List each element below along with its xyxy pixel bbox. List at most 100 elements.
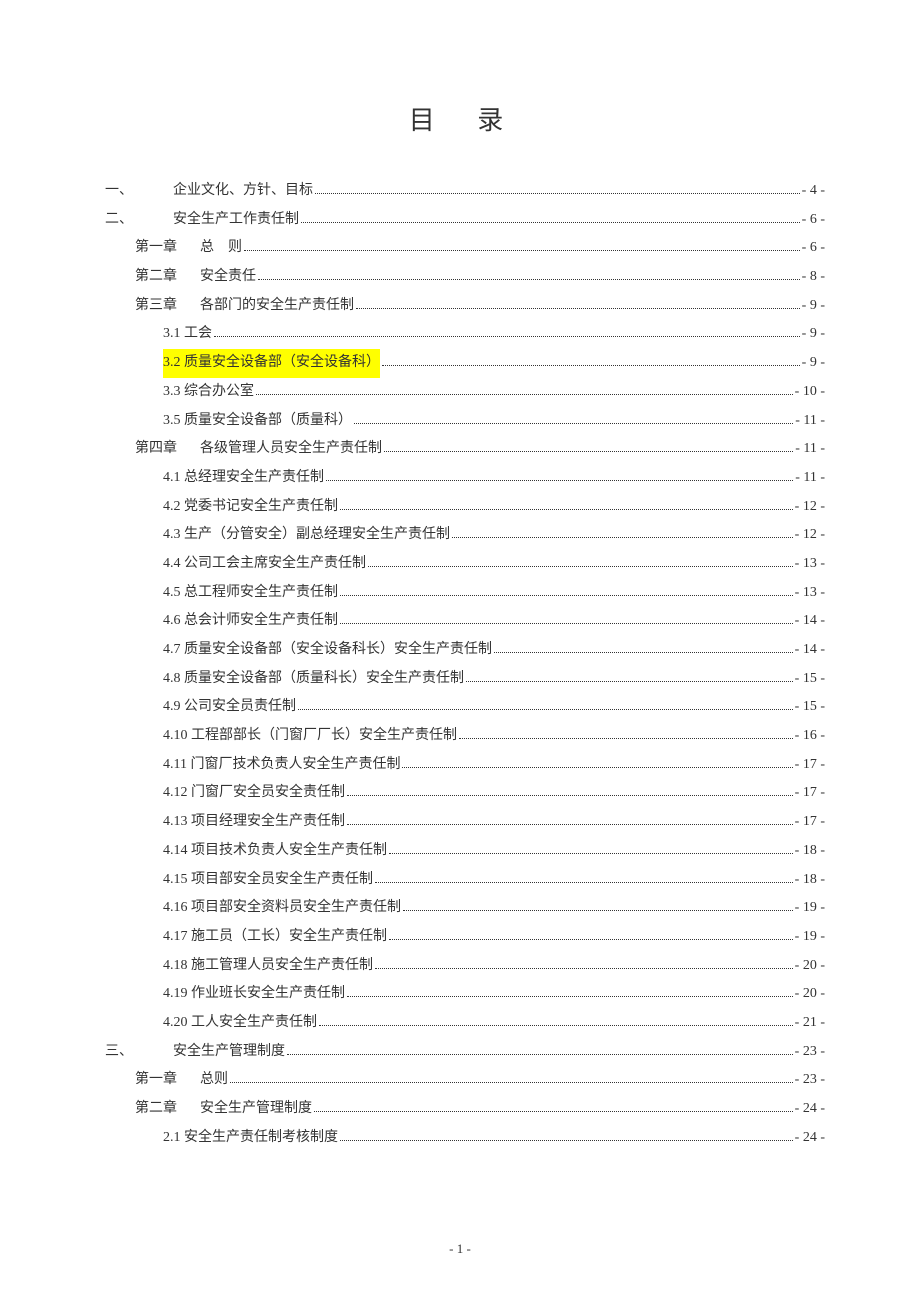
toc-entry-page: - 19 - [795,923,825,952]
toc-entry[interactable]: 4.13 项目经理安全生产责任制 - 17 - [105,808,825,837]
toc-entry-prefix: 第一章 [135,234,200,263]
toc-entry-page: - 14 - [795,636,825,665]
toc-entry-page: - 12 - [795,521,825,550]
toc-title: 目 录 [105,100,825,137]
toc-entry[interactable]: 4.5 总工程师安全生产责任制- 13 - [105,579,825,608]
toc-entry-label: 3.1 工会 [163,320,212,349]
toc-entry-prefix: 第四章 [135,435,200,464]
toc-leader-dots [356,308,800,309]
toc-entry-label: 4.1 总经理安全生产责任制 [163,464,324,493]
toc-leader-dots [298,709,793,710]
toc-entry[interactable]: 4.19 作业班长安全生产责任制 - 20 - [105,980,825,1009]
toc-entry[interactable]: 三、安全生产管理制度- 23 - [105,1038,825,1067]
toc-entry[interactable]: 3.3 综合办公室 - 10 - [105,378,825,407]
toc-entry-page: - 6 - [802,206,825,235]
toc-entry-label: 安全责任 [200,263,256,292]
toc-entry-page: - 16 - [795,722,825,751]
toc-entry[interactable]: 第二章安全生产管理制度- 24 - [105,1095,825,1124]
toc-entry-label: 4.13 项目经理安全生产责任制 [163,808,345,837]
toc-entry-label: 4.15 项目部安全员安全生产责任制 [163,866,373,895]
toc-entry-label: 3.3 综合办公室 [163,378,254,407]
toc-entry-page: - 10 - [795,378,825,407]
toc-entry[interactable]: 3.1 工会 - 9 - [105,320,825,349]
toc-entry-label: 4.7 质量安全设备部（安全设备科长）安全生产责任制 [163,636,492,665]
toc-entry[interactable]: 4.3 生产（分管安全）副总经理安全生产责任制- 12 - [105,521,825,550]
document-page: 目 录 一、企业文化、方针、目标- 4 -二、安全生产工作责任制- 6 -第一章… [0,0,920,1302]
toc-leader-dots [368,566,793,567]
toc-entry-label: 企业文化、方针、目标 [173,177,313,206]
toc-entry-page: - 18 - [795,866,825,895]
toc-entry[interactable]: 4.8 质量安全设备部（质量科长）安全生产责任制- 15 - [105,665,825,694]
toc-entry[interactable]: 4.1 总经理安全生产责任制 - 11 - [105,464,825,493]
toc-entry[interactable]: 4.15 项目部安全员安全生产责任制 - 18 - [105,866,825,895]
toc-entry-page: - 18 - [795,837,825,866]
toc-entry[interactable]: 第四章各级管理人员安全生产责任制- 11 - [105,435,825,464]
toc-entry[interactable]: 4.9 公司安全员责任制- 15 - [105,693,825,722]
toc-entry-page: - 9 - [802,320,825,349]
toc-entry-page: - 8 - [802,263,825,292]
toc-leader-dots [340,509,793,510]
toc-entry-label: 4.20 工人安全生产责任制 [163,1009,317,1038]
toc-leader-dots [389,939,793,940]
toc-leader-dots [230,1082,793,1083]
toc-entry[interactable]: 二、安全生产工作责任制- 6 - [105,206,825,235]
toc-entry[interactable]: 4.11 门窗厂技术负责人安全生产责任制- 17 - [105,751,825,780]
toc-entry-label: 安全生产管理制度 [200,1095,312,1124]
toc-entry-label: 4.6 总会计师安全生产责任制 [163,607,338,636]
toc-entry[interactable]: 4.4 公司工会主席安全生产责任制- 13 - [105,550,825,579]
toc-entry[interactable]: 4.12 门窗厂安全员安全责任制- 17 - [105,779,825,808]
toc-leader-dots [258,279,800,280]
toc-leader-dots [256,394,793,395]
toc-entry-label: 4.19 作业班长安全生产责任制 [163,980,345,1009]
toc-entry[interactable]: 第一章总则- 23 - [105,1066,825,1095]
toc-leader-dots [494,652,793,653]
toc-entry-label: 各部门的安全生产责任制 [200,292,354,321]
toc-entry-label: 4.17 施工员（工长）安全生产责任制 [163,923,387,952]
toc-entry[interactable]: 4.14 项目技术负责人安全生产责任制 - 18 - [105,837,825,866]
toc-entry-page: - 14 - [795,607,825,636]
toc-leader-dots [375,882,793,883]
toc-entry[interactable]: 4.20 工人安全生产责任制- 21 - [105,1009,825,1038]
toc-entry[interactable]: 2.1 安全生产责任制考核制度- 24 - [105,1124,825,1153]
toc-entry-page: - 9 - [802,292,825,321]
toc-entry[interactable]: 4.16 项目部安全资料员安全生产责任制- 19 - [105,894,825,923]
toc-entry-page: - 11 - [795,464,825,493]
toc-entry-label: 4.11 门窗厂技术负责人安全生产责任制 [163,751,400,780]
toc-leader-dots [402,767,792,768]
toc-leader-dots [466,681,793,682]
toc-leader-dots [319,1025,793,1026]
toc-entry[interactable]: 4.10 工程部部长（门窗厂厂长）安全生产责任制 - 16 - [105,722,825,751]
toc-entry[interactable]: 第三章各部门的安全生产责任制- 9 - [105,292,825,321]
toc-entry-label: 4.10 工程部部长（门窗厂厂长）安全生产责任制 [163,722,457,751]
toc-entry-label: 4.14 项目技术负责人安全生产责任制 [163,837,387,866]
toc-entry-page: - 11 - [795,435,825,464]
toc-entry-page: - 12 - [795,493,825,522]
toc-entry[interactable]: 4.17 施工员（工长）安全生产责任制 - 19 - [105,923,825,952]
toc-entry-label: 4.5 总工程师安全生产责任制 [163,579,338,608]
toc-entry-label: 4.4 公司工会主席安全生产责任制 [163,550,366,579]
toc-entry-page: - 23 - [795,1038,825,1067]
toc-leader-dots [340,595,793,596]
toc-entry[interactable]: 3.5 质量安全设备部（质量科）- 11 - [105,407,825,436]
toc-entry[interactable]: 4.6 总会计师安全生产责任制 - 14 - [105,607,825,636]
toc-entry-page: - 6 - [802,234,825,263]
toc-entry-label: 4.12 门窗厂安全员安全责任制 [163,779,345,808]
toc-entry[interactable]: 一、企业文化、方针、目标- 4 - [105,177,825,206]
toc-leader-dots [287,1054,793,1055]
toc-leader-dots [382,365,800,366]
toc-leader-dots [403,910,793,911]
toc-entry[interactable]: 第二章安全责任- 8 - [105,263,825,292]
toc-leader-dots [347,824,793,825]
toc-entry-page: - 20 - [795,980,825,1009]
toc-entry-label: 总 则 [200,234,242,263]
toc-entry[interactable]: 第一章总 则 - 6 - [105,234,825,263]
toc-entry-page: - 17 - [795,808,825,837]
toc-entry-page: - 11 - [795,407,825,436]
toc-entry[interactable]: 4.2 党委书记安全生产责任制- 12 - [105,493,825,522]
toc-entry[interactable]: 4.18 施工管理人员安全生产责任制- 20 - [105,952,825,981]
toc-entry[interactable]: 4.7 质量安全设备部（安全设备科长）安全生产责任制 - 14 - [105,636,825,665]
toc-entry-label: 4.18 施工管理人员安全生产责任制 [163,952,373,981]
toc-entry-page: - 24 - [795,1124,825,1153]
toc-leader-dots [326,480,793,481]
toc-entry[interactable]: 3.2 质量安全设备部（安全设备科）- 9 - [105,349,825,378]
